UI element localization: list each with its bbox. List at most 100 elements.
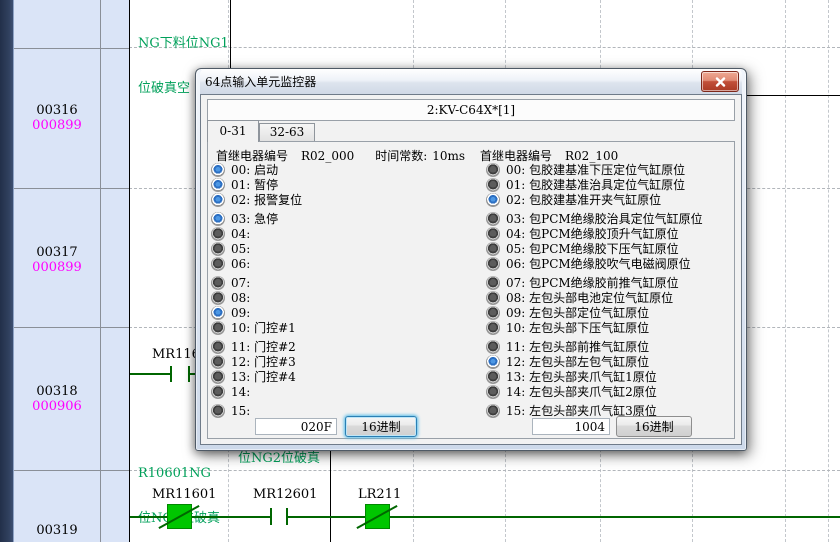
point-led[interactable] <box>211 257 225 271</box>
grid-line <box>785 0 786 542</box>
point-led[interactable] <box>211 291 225 305</box>
point-led[interactable] <box>486 404 500 418</box>
point-led[interactable] <box>486 212 500 226</box>
point-led[interactable] <box>486 227 500 241</box>
point-led[interactable] <box>211 242 225 256</box>
close-button[interactable] <box>701 71 739 92</box>
close-icon <box>715 77 726 87</box>
input-point-row: 05: <box>211 241 302 256</box>
input-point-row: 02: 包胶建基准开夹气缸原位 <box>486 192 703 207</box>
point-label: 02: 包胶建基准开夹气缸原位 <box>506 191 661 208</box>
step-number: 00317 <box>14 246 100 260</box>
point-led[interactable] <box>486 370 500 384</box>
grid-line <box>828 0 829 542</box>
input-point-row: 06: <box>211 256 302 271</box>
left-hex-button[interactable]: 16进制 <box>345 416 417 437</box>
margin-row-border <box>14 48 129 49</box>
rung-comment-bottom-mid: 位NG2位破真 <box>238 451 320 466</box>
dialog-client: 2:KV-C64X*[1] 0-31 32-63 首继电器编号R02_000时间… <box>200 94 742 445</box>
input-point-row: 01: 包胶建基准治具定位气缸原位 <box>486 177 703 192</box>
step-number: 00319 <box>14 524 100 538</box>
point-led[interactable] <box>486 193 500 207</box>
point-led[interactable] <box>486 321 500 335</box>
point-led[interactable] <box>486 242 500 256</box>
ladder-vertical-wire <box>330 443 331 542</box>
point-label: 15: <box>231 404 250 418</box>
input-point-row: 13: 门控#4 <box>211 369 302 384</box>
input-point-row: 05: 包PCM绝缘胶下压气缸原位 <box>486 241 703 256</box>
point-led[interactable] <box>211 340 225 354</box>
point-label: 09: <box>231 306 250 320</box>
point-led[interactable] <box>486 340 500 354</box>
point-led[interactable] <box>486 163 500 177</box>
input-point-row: 07: 包PCM绝缘胶前推气缸原位 <box>486 275 703 290</box>
point-led[interactable] <box>486 291 500 305</box>
point-label: 10: 左包头部下压气缸原位 <box>506 319 649 336</box>
step-number: 00316 <box>14 104 100 118</box>
input-points-left: 00: 启动 01: 暂停 02: 报警复位 03: 急停 <box>211 162 302 418</box>
point-label: 08: <box>231 291 250 305</box>
point-label: 02: 报警复位 <box>231 191 302 208</box>
input-point-row: 01: 暂停 <box>211 177 302 192</box>
point-led[interactable] <box>211 193 225 207</box>
left-value-field[interactable]: 020F <box>255 418 337 435</box>
point-led[interactable] <box>486 178 500 192</box>
input-point-row: 00: 启动 <box>211 162 302 177</box>
contact-label: MR11601 <box>152 487 216 502</box>
point-led[interactable] <box>486 385 500 399</box>
point-label: 06: <box>231 257 250 271</box>
point-led[interactable] <box>486 306 500 320</box>
point-led[interactable] <box>211 370 225 384</box>
no-contact-bar[interactable] <box>270 508 272 525</box>
input-point-row: 03: 包PCM绝缘胶治具定位气缸原位 <box>486 211 703 226</box>
input-point-row: 06: 包PCM绝缘胶吹气电磁阀原位 <box>486 256 703 271</box>
point-label: 03: 急停 <box>231 210 278 227</box>
point-label: 07: <box>231 276 250 290</box>
point-led[interactable] <box>486 257 500 271</box>
input-point-row: 07: <box>211 275 302 290</box>
editor-left-edge <box>0 0 14 542</box>
input-point-row: 00: 包胶建基准下压定位气缸原位 <box>486 162 703 177</box>
point-led[interactable] <box>211 385 225 399</box>
point-led[interactable] <box>211 404 225 418</box>
point-label: 14: <box>231 385 250 399</box>
point-led[interactable] <box>211 321 225 335</box>
tab-0-31[interactable]: 0-31 <box>207 120 259 142</box>
instruction-count: 000899 <box>14 119 100 133</box>
point-label: 13: 门控#4 <box>231 368 296 385</box>
tab-32-63[interactable]: 32-63 <box>259 123 315 142</box>
point-label: 10: 门控#1 <box>231 319 296 336</box>
point-led[interactable] <box>211 227 225 241</box>
point-led[interactable] <box>486 276 500 290</box>
instruction-count: 000906 <box>14 400 100 414</box>
time-constant-label: 时间常数: <box>375 149 427 163</box>
input-point-row: 02: 报警复位 <box>211 192 302 207</box>
input-point-row: 03: 急停 <box>211 211 302 226</box>
point-led[interactable] <box>211 276 225 290</box>
no-contact-bar[interactable] <box>286 508 288 525</box>
point-led[interactable] <box>486 355 500 369</box>
point-led[interactable] <box>211 306 225 320</box>
input-points-right: 00: 包胶建基准下压定位气缸原位 01: 包胶建基准治具定位气缸原位 02: … <box>486 162 703 418</box>
margin-row-border <box>14 188 129 189</box>
contact-label: LR211 <box>358 487 401 502</box>
rung-separator <box>129 47 840 48</box>
right-hex-button[interactable]: 16进制 <box>616 416 692 437</box>
input-point-row: 12: 门控#3 <box>211 354 302 369</box>
contact-label: MR12601 <box>253 487 317 502</box>
point-led[interactable] <box>211 355 225 369</box>
input-point-row: 04: 包PCM绝缘胶顶升气缸原位 <box>486 226 703 241</box>
point-label: 06: 包PCM绝缘胶吹气电磁阀原位 <box>506 255 691 272</box>
point-led[interactable] <box>211 163 225 177</box>
wire-segment <box>130 516 270 518</box>
wire-segment <box>130 373 170 375</box>
point-led[interactable] <box>211 178 225 192</box>
point-led[interactable] <box>211 212 225 226</box>
right-value-field[interactable]: 1004 <box>532 418 610 435</box>
contact-bar <box>170 366 172 382</box>
point-label: 14: 左包头部夹爪气缸2原位 <box>506 383 657 400</box>
input-point-row: 09: 左包头部定位气缸原位 <box>486 305 703 320</box>
margin-divider <box>100 0 101 542</box>
dialog-titlebar[interactable]: 64点输入单元监控器 <box>200 69 742 94</box>
point-label: 04: <box>231 227 250 241</box>
